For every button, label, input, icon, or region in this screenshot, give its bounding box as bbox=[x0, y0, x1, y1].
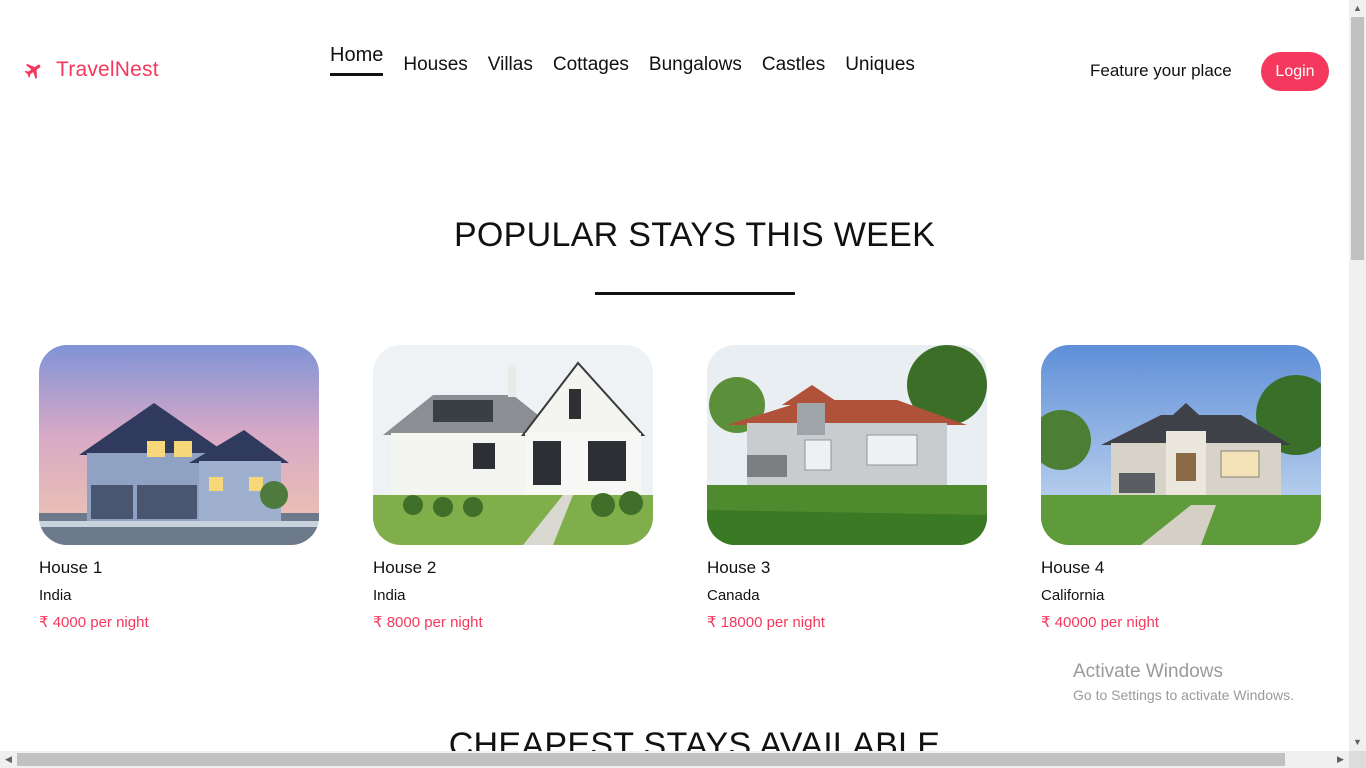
scroll-up-icon[interactable]: ▲ bbox=[1349, 0, 1366, 17]
brand-name: TravelNest bbox=[56, 58, 159, 81]
vertical-scroll-thumb[interactable] bbox=[1351, 17, 1364, 260]
stay-name: House 4 bbox=[1041, 558, 1105, 577]
page-viewport: TravelNest Home Houses Villas Cottages B… bbox=[0, 0, 1349, 751]
nav-item-houses[interactable]: Houses bbox=[403, 44, 467, 76]
house-photo[interactable] bbox=[707, 345, 987, 545]
stay-location: California bbox=[1041, 587, 1105, 604]
stay-card[interactable]: House 1 India ₹ 4000 per night bbox=[39, 345, 319, 631]
stay-price: ₹ 4000 per night bbox=[39, 614, 149, 631]
plane-icon bbox=[24, 60, 44, 80]
stay-card[interactable]: House 4 California ₹ 40000 per night bbox=[1041, 345, 1321, 631]
feature-your-place-link[interactable]: Feature your place bbox=[1090, 61, 1232, 81]
windows-activation-watermark: Activate Windows Go to Settings to activ… bbox=[1073, 661, 1294, 703]
stay-name: House 3 bbox=[707, 558, 771, 577]
stay-price: ₹ 40000 per night bbox=[1041, 614, 1159, 631]
nav-item-castles[interactable]: Castles bbox=[762, 44, 825, 76]
login-button[interactable]: Login bbox=[1261, 52, 1329, 91]
main-nav: Home Houses Villas Cottages Bungalows Ca… bbox=[330, 44, 915, 76]
scrollbar-corner bbox=[1349, 751, 1366, 768]
house-photo[interactable] bbox=[373, 345, 653, 545]
nav-item-villas[interactable]: Villas bbox=[488, 44, 533, 76]
scroll-right-icon[interactable]: ▶ bbox=[1332, 751, 1349, 768]
stay-price: ₹ 8000 per night bbox=[373, 614, 483, 631]
stay-name: House 2 bbox=[373, 558, 437, 577]
stay-location: Canada bbox=[707, 587, 760, 604]
stay-card[interactable]: House 2 India ₹ 8000 per night bbox=[373, 345, 653, 631]
house-photo[interactable] bbox=[1041, 345, 1321, 545]
house-photo[interactable] bbox=[39, 345, 319, 545]
section-divider bbox=[595, 292, 795, 295]
watermark-title: Activate Windows bbox=[1073, 661, 1223, 682]
horizontal-scrollbar[interactable]: ◀ ▶ bbox=[0, 751, 1349, 768]
cheapest-section-title: CHEAPEST STAYS AVAILABLE bbox=[448, 726, 941, 751]
brand-logo[interactable]: TravelNest bbox=[24, 58, 159, 82]
stay-name: House 1 bbox=[39, 558, 103, 577]
watermark-subtitle: Go to Settings to activate Windows. bbox=[1073, 687, 1294, 703]
scroll-down-icon[interactable]: ▼ bbox=[1349, 734, 1366, 751]
stay-location: India bbox=[39, 587, 72, 604]
popular-section-title: POPULAR STAYS THIS WEEK bbox=[453, 216, 936, 254]
nav-item-uniques[interactable]: Uniques bbox=[845, 44, 915, 76]
nav-item-cottages[interactable]: Cottages bbox=[553, 44, 629, 76]
nav-item-bungalows[interactable]: Bungalows bbox=[649, 44, 742, 76]
nav-item-home[interactable]: Home bbox=[330, 44, 384, 76]
horizontal-scroll-thumb[interactable] bbox=[17, 753, 1285, 766]
stay-price: ₹ 18000 per night bbox=[707, 614, 825, 631]
stay-card[interactable]: House 3 Canada ₹ 18000 per night bbox=[707, 345, 987, 631]
stay-location: India bbox=[373, 587, 406, 604]
vertical-scrollbar[interactable]: ▲ ▼ bbox=[1349, 0, 1366, 751]
scroll-left-icon[interactable]: ◀ bbox=[0, 751, 17, 768]
